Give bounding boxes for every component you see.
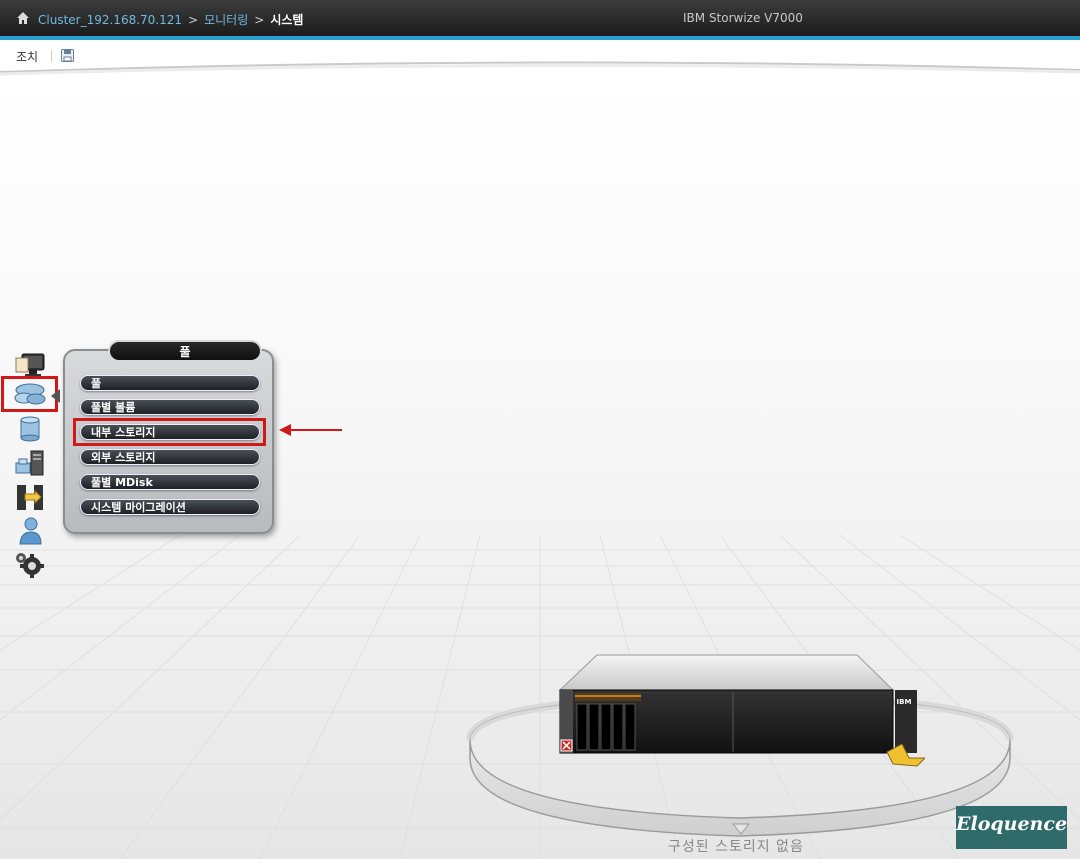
- breadcrumb: Cluster_192.168.70.121 > 모니터링 > 시스템: [38, 11, 303, 28]
- ibm-badge: IBM: [897, 698, 912, 706]
- volumes-icon[interactable]: [13, 414, 47, 444]
- breadcrumb-cluster[interactable]: Cluster_192.168.70.121: [38, 13, 182, 27]
- menu-item-mdisks-by-pool[interactable]: 풀별 MDisk: [80, 474, 260, 490]
- logo-text: Eloquence: [956, 813, 1068, 835]
- hosts-icon[interactable]: [13, 448, 47, 478]
- user-icon[interactable]: [13, 516, 47, 546]
- menu-item-system-migration[interactable]: 시스템 마이그레이션: [80, 499, 260, 515]
- pools-nav-highlight: [1, 376, 58, 412]
- menu-item-volumes-by-pool[interactable]: 풀별 볼륨: [80, 399, 260, 415]
- eloquence-logo: Eloquence: [956, 806, 1067, 849]
- annotation-arrow-icon: [279, 424, 342, 436]
- breadcrumb-monitoring[interactable]: 모니터링: [204, 13, 248, 27]
- product-name: IBM Storwize V7000: [683, 11, 803, 25]
- copy-services-icon[interactable]: [13, 482, 47, 512]
- popup-pointer: [51, 389, 60, 403]
- gear-icon[interactable]: [13, 550, 47, 580]
- storage-status-text: 구성된 스토리지 없음: [668, 839, 804, 855]
- popup-title: 풀: [108, 340, 262, 362]
- menu-item-pools[interactable]: 풀: [80, 375, 260, 391]
- home-icon[interactable]: [16, 11, 30, 25]
- menu-item-external-storage[interactable]: 외부 스토리지: [80, 449, 260, 465]
- storage-enclosure[interactable]: IBM: [557, 652, 925, 770]
- internal-storage-highlight: [73, 418, 266, 446]
- breadcrumb-separator: >: [188, 13, 199, 27]
- title-bar: Cluster_192.168.70.121 > 모니터링 > 시스템 IBM Stor…: [0, 0, 1080, 40]
- breadcrumb-current: 시스템: [270, 13, 304, 27]
- header-swoosh: [0, 61, 1080, 76]
- breadcrumb-separator: >: [254, 13, 265, 27]
